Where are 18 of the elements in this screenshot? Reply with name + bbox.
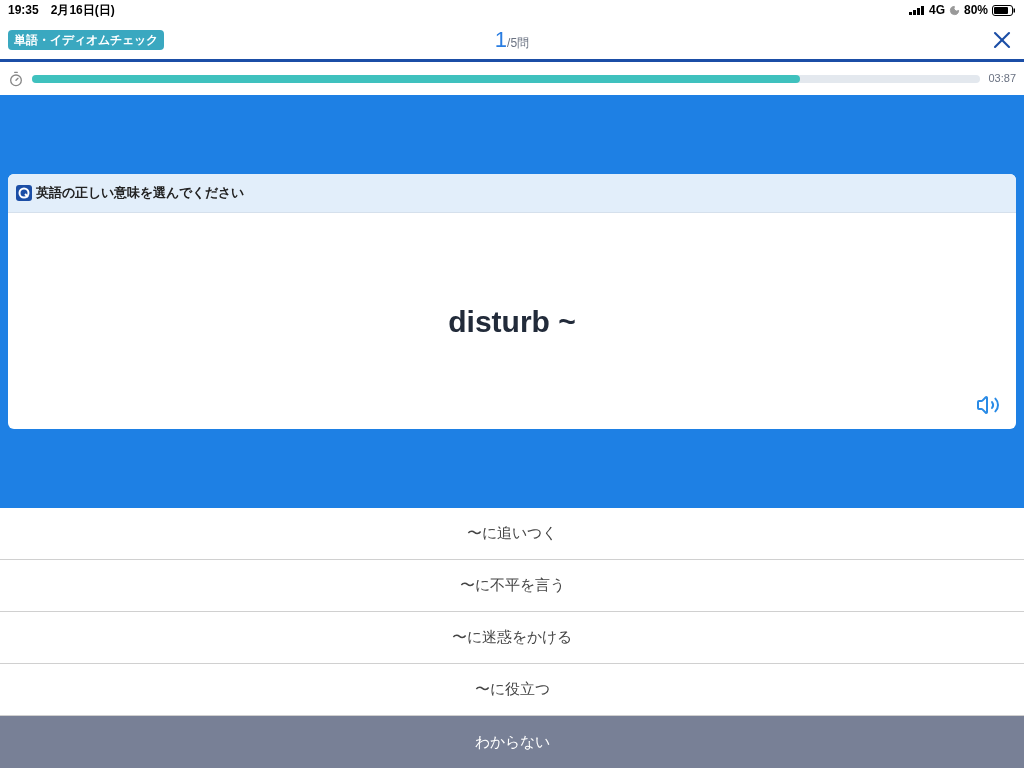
- speaker-button[interactable]: [976, 393, 1000, 417]
- english-word: disturb ~: [448, 303, 576, 340]
- question-prompt: 英語の正しい意味を選んでください: [36, 184, 244, 203]
- stopwatch-icon: [8, 70, 24, 87]
- moon-icon: [948, 4, 960, 16]
- status-date: 2月16日(日): [50, 2, 115, 19]
- category-tag: 単語・イディオムチェック: [8, 29, 164, 50]
- dont-know-button[interactable]: わからない: [0, 716, 1024, 768]
- timer-reading: 03:87: [988, 71, 1016, 87]
- speaker-icon: [976, 393, 1000, 417]
- status-time: 19:35: [8, 2, 39, 19]
- network-label: 4G: [928, 2, 945, 19]
- question-number: 1: [494, 26, 508, 54]
- battery-icon: [992, 4, 1016, 16]
- battery-percent: 80%: [963, 2, 988, 19]
- question-total: /5問: [507, 36, 530, 52]
- q-logo-icon: [16, 185, 32, 201]
- signal-icon: [908, 5, 925, 15]
